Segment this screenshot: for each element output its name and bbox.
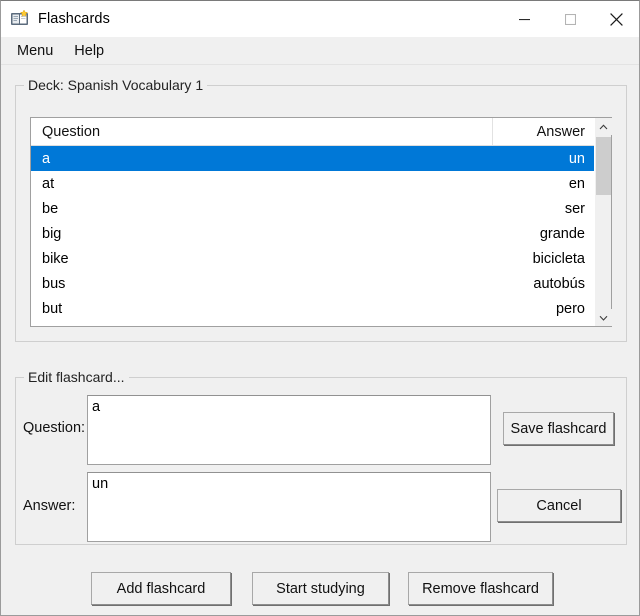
column-header-answer[interactable]: Answer (493, 118, 594, 145)
maximize-button[interactable] (547, 1, 593, 37)
answer-label: Answer: (23, 498, 76, 514)
close-button[interactable] (593, 1, 639, 37)
table-row[interactable]: bus autobús (31, 271, 594, 296)
add-flashcard-button[interactable]: Add flashcard (91, 572, 231, 605)
cell-question: big (42, 225, 62, 242)
flashcards-table[interactable]: Question Answer a un at en be ser big gr… (30, 117, 612, 327)
table-row[interactable]: at en (31, 171, 594, 196)
table-row[interactable]: be ser (31, 196, 594, 221)
cell-answer: un (568, 150, 585, 167)
menu-item-help[interactable]: Help (68, 41, 113, 61)
maximize-icon (564, 13, 576, 25)
title-bar: Flashcards (1, 1, 639, 37)
chevron-down-icon (599, 315, 608, 321)
menu-bar: Menu Help (1, 37, 639, 65)
table-body-area: Question Answer a un at en be ser big gr… (31, 118, 594, 326)
scrollbar-thumb[interactable] (596, 137, 611, 195)
close-icon (609, 12, 623, 26)
cell-answer: grande (539, 225, 585, 242)
menu-item-menu[interactable]: Menu (11, 41, 62, 61)
chevron-up-icon (599, 123, 608, 129)
table-row[interactable]: but pero (31, 296, 594, 321)
scroll-down-button[interactable] (595, 309, 612, 326)
table-vertical-scrollbar[interactable] (594, 118, 612, 326)
flashcards-window: Flashcards Menu Help Deck: Spanish Vocab… (0, 0, 640, 616)
cell-question: but (42, 300, 63, 317)
edit-flashcard-groupbox-title: Edit flashcard... (24, 369, 129, 385)
cell-answer: ser (564, 200, 585, 217)
column-header-question[interactable]: Question (31, 118, 493, 145)
deck-groupbox: Deck: Spanish Vocabulary 1 Question Answ… (15, 77, 627, 342)
answer-input[interactable]: un (87, 472, 491, 542)
cell-question: at (42, 175, 55, 192)
table-row[interactable]: a un (31, 146, 594, 171)
cell-question: a (42, 150, 51, 167)
question-input[interactable]: a (87, 395, 491, 465)
cancel-button[interactable]: Cancel (497, 489, 621, 522)
flashcard-book-icon (10, 9, 30, 29)
scroll-up-button[interactable] (595, 118, 612, 135)
table-row[interactable]: big grande (31, 221, 594, 246)
table-row[interactable]: bike bicicleta (31, 246, 594, 271)
cell-question: bike (42, 250, 69, 267)
minimize-icon (518, 18, 530, 20)
cell-question: bus (42, 275, 66, 292)
window-controls (501, 1, 639, 37)
cell-answer: pero (555, 300, 585, 317)
cell-answer: autobús (533, 275, 585, 292)
table-header-row: Question Answer (31, 118, 594, 146)
start-studying-button[interactable]: Start studying (252, 572, 389, 605)
window-title: Flashcards (38, 11, 110, 27)
deck-groupbox-title: Deck: Spanish Vocabulary 1 (24, 77, 208, 93)
cell-answer: bicicleta (532, 250, 585, 267)
minimize-button[interactable] (501, 1, 547, 37)
remove-flashcard-button[interactable]: Remove flashcard (408, 572, 553, 605)
cell-question: be (42, 200, 59, 217)
cell-answer: en (568, 175, 585, 192)
save-flashcard-button[interactable]: Save flashcard (503, 412, 614, 445)
question-label: Question: (23, 420, 86, 436)
